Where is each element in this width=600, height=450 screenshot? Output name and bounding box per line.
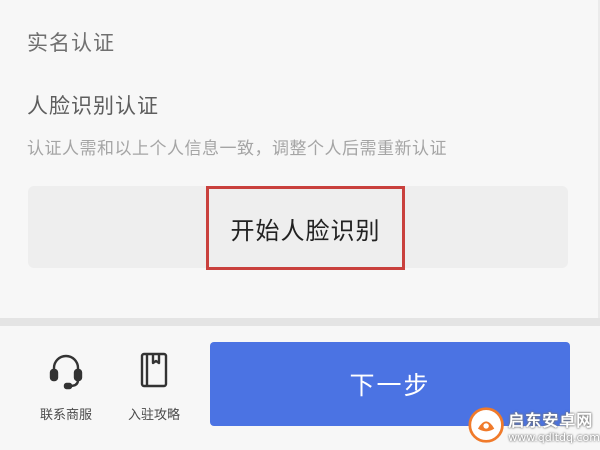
start-face-recognition-button[interactable]: 开始人脸识别 bbox=[28, 186, 568, 270]
book-icon bbox=[140, 352, 168, 388]
contact-merchant-service-label: 联系商服 bbox=[40, 408, 93, 423]
divider bbox=[0, 318, 600, 326]
headset-icon bbox=[49, 354, 83, 390]
watermark: 启东安卓网 www.qdltdq.com bbox=[468, 402, 600, 448]
watermark-title: 启东安卓网 bbox=[508, 410, 594, 430]
verification-card: 实名认证 人脸识别认证 认证人需和以上个人信息一致，调整个人后需重新认证 开始人… bbox=[0, 0, 598, 318]
face-recognition-title: 人脸识别认证 bbox=[27, 94, 159, 118]
start-face-recognition-label: 开始人脸识别 bbox=[206, 186, 405, 270]
settlement-guide-button[interactable]: 入驻攻略 bbox=[128, 350, 180, 423]
face-recognition-description: 认证人需和以上个人信息一致，调整个人后需重新认证 bbox=[27, 139, 447, 159]
watermark-url: www.qdltdq.com bbox=[508, 430, 600, 444]
settlement-guide-label: 入驻攻略 bbox=[128, 408, 181, 423]
contact-merchant-service-button[interactable]: 联系商服 bbox=[40, 350, 92, 423]
section-title: 实名认证 bbox=[27, 31, 115, 55]
watermark-logo-icon bbox=[468, 407, 504, 443]
